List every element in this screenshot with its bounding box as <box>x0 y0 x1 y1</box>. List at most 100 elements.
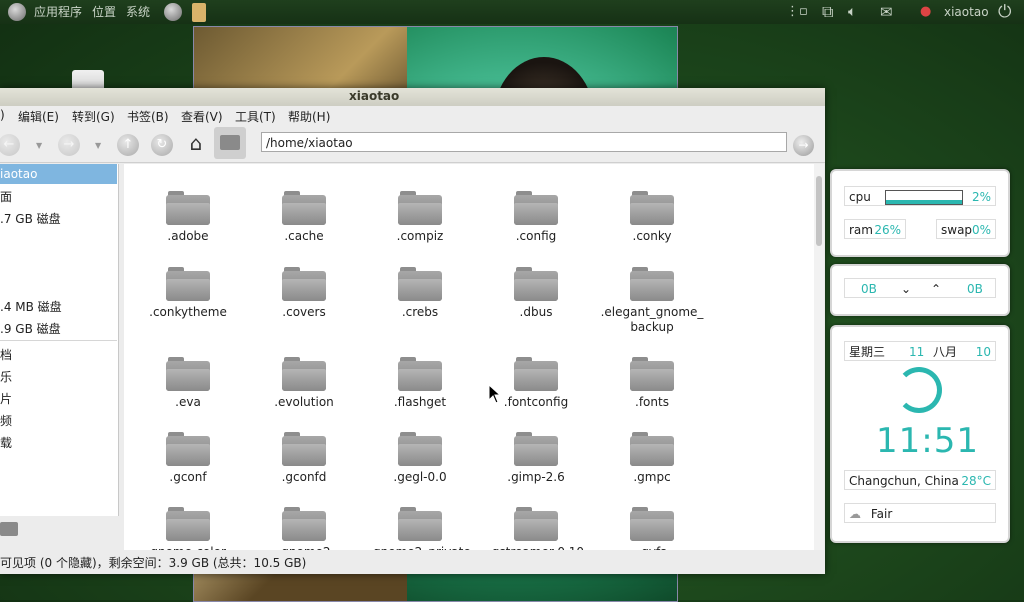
forward-button[interactable]: → <box>58 134 80 156</box>
folder-item[interactable]: .gimp-2.6 <box>478 432 594 485</box>
weekday: 星期三 <box>849 345 886 359</box>
up-button[interactable]: ↑ <box>117 134 139 156</box>
scrollbar-thumb[interactable] <box>816 176 822 246</box>
folder-item[interactable]: .cache <box>246 191 362 244</box>
volume-icon[interactable]: 🔈︎ <box>848 0 856 24</box>
menu-view[interactable]: 查看(V) <box>181 108 223 125</box>
menu-bar: ) 编辑(E) 转到(G) 书签(B) 查看(V) 工具(T) 帮助(H) <box>0 106 825 126</box>
sidebar-footer-icon[interactable] <box>0 522 18 536</box>
weather-row: ☁ Fair <box>844 503 996 523</box>
user-name[interactable]: xiaotao <box>944 0 989 24</box>
menu-tools[interactable]: 工具(T) <box>235 108 276 125</box>
ubuntu-logo-icon[interactable] <box>8 3 26 21</box>
sidebar-item-videos[interactable]: 频 <box>0 412 12 429</box>
window-titlebar[interactable]: xiaotao <box>0 88 825 106</box>
folder-item[interactable]: .gmpc <box>594 432 710 485</box>
sidebar-item-desktop[interactable]: 面 <box>0 188 12 205</box>
folder-item[interactable]: .dbus <box>478 267 594 320</box>
sidebar-item-documents[interactable]: 档 <box>0 346 12 363</box>
menu-places[interactable]: 位置 <box>92 0 116 24</box>
menu-help[interactable]: 帮助(H) <box>288 108 330 125</box>
folder-label: .gimp-2.6 <box>507 470 565 484</box>
ram-value: 26% <box>874 223 901 237</box>
folder-item[interactable]: .covers <box>246 267 362 320</box>
location-row: Changchun, China 28°C <box>844 470 996 490</box>
folder-icon <box>514 507 558 541</box>
folder-item[interactable]: .conkytheme <box>130 267 246 320</box>
menu-go[interactable]: 转到(G) <box>72 108 115 125</box>
folder-item[interactable]: .conky <box>594 191 710 244</box>
menu-system[interactable]: 系统 <box>126 0 150 24</box>
sidebar-item-home[interactable]: iaotao <box>0 164 117 184</box>
cloud-icon: ☁ <box>849 507 861 521</box>
folder-item[interactable]: .gvfs <box>594 507 710 550</box>
file-manager-icon[interactable] <box>192 3 206 22</box>
file-view: .adobe .cache .compiz .config .conky .conkyth… <box>124 164 814 550</box>
download-arrow-icon: ⌄ <box>901 282 912 296</box>
folder-icon <box>630 191 674 225</box>
weather-condition: Fair <box>870 507 893 521</box>
folder-icon <box>166 432 210 466</box>
status-bar: 可见项 (0 个隐藏)，剩余空间：3.9 GB (总共：10.5 GB) <box>0 552 825 574</box>
date-row: 星期三 11 八月 10 <box>844 341 996 361</box>
sidebar-item-disk-2[interactable]: .4 MB 磁盘 <box>0 298 62 315</box>
sidebar-item-downloads[interactable]: 载 <box>0 434 12 451</box>
cpu-value: 2% <box>971 190 991 204</box>
menu-edit[interactable]: 编辑(E) <box>18 108 59 125</box>
sidebar-item-disk-3[interactable]: .9 GB 磁盘 <box>0 320 61 337</box>
power-icon[interactable]: ⏻ <box>998 0 1011 24</box>
folder-item[interactable]: .evolution <box>246 357 362 410</box>
folder-label: .conky <box>632 229 672 243</box>
sidebar-item-disk-1[interactable]: .7 GB 磁盘 <box>0 210 61 227</box>
forward-history-arrow-icon[interactable]: ▼ <box>95 141 101 150</box>
folder-icon <box>398 357 442 391</box>
back-history-arrow-icon[interactable]: ▼ <box>36 141 42 150</box>
folder-item[interactable]: .fonts <box>594 357 710 410</box>
folder-item[interactable]: .compiz <box>362 191 478 244</box>
folder-label: .eva <box>175 395 201 409</box>
go-button[interactable]: → <box>793 135 814 156</box>
folder-label: .gmpc <box>633 470 671 484</box>
folder-item[interactable]: .gegl-0.0 <box>362 432 478 485</box>
download-value: 0B <box>861 282 877 296</box>
sidebar: iaotao 面 .7 GB 磁盘 .4 MB 磁盘 .9 GB 磁盘 档 乐 … <box>0 164 119 516</box>
swap-value: 0% <box>971 223 991 237</box>
home-button[interactable]: ⌂ <box>185 132 207 154</box>
menu-file-partial[interactable]: ) <box>0 108 5 122</box>
browser-icon[interactable] <box>164 3 182 21</box>
folder-item[interactable]: .gstreamer-0.10 <box>478 507 594 550</box>
vertical-scrollbar[interactable] <box>814 164 824 550</box>
folder-item[interactable]: .gnome2_private <box>362 507 478 550</box>
mail-icon[interactable]: ✉ <box>880 0 893 24</box>
folder-label: .fonts <box>635 395 669 409</box>
menu-applications[interactable]: 应用程序 <box>34 0 82 24</box>
month-number: 10 <box>975 345 991 359</box>
folder-icon <box>166 267 210 301</box>
sidebar-item-pictures[interactable]: 片 <box>0 390 12 407</box>
cpu-row: cpu 2% <box>844 186 996 206</box>
folder-item[interactable]: .flashget <box>362 357 478 410</box>
folder-icon <box>282 432 326 466</box>
address-input[interactable]: /home/xiaotao <box>261 132 787 152</box>
folder-label: .gconfd <box>281 470 327 484</box>
sidebar-item-music[interactable]: 乐 <box>0 368 12 385</box>
folder-icon <box>514 267 558 301</box>
folder-item[interactable]: .eva <box>130 357 246 410</box>
folder-item[interactable]: .crebs <box>362 267 478 320</box>
reload-button[interactable]: ↻ <box>151 134 173 156</box>
network-icon[interactable]: ⋮▫ <box>786 0 808 24</box>
folder-item[interactable]: .gconfd <box>246 432 362 485</box>
menu-bookmarks[interactable]: 书签(B) <box>127 108 169 125</box>
location-toggle-button[interactable] <box>214 127 246 159</box>
folder-item[interactable]: .elegant_gnome_ backup <box>594 267 710 335</box>
network-widget: 0B ⌄ ⌃ 0B <box>830 264 1010 316</box>
workspace-icon[interactable]: ⧉ <box>822 0 833 24</box>
user-status-icon[interactable]: ● <box>920 0 931 24</box>
clock-weather-widget: 星期三 11 八月 10 11:51 Changchun, China 28°C… <box>830 325 1010 543</box>
folder-item[interactable]: .adobe <box>130 191 246 244</box>
folder-item[interactable]: .gnome-color- <box>130 507 246 550</box>
folder-item[interactable]: .gconf <box>130 432 246 485</box>
folder-label: .conkytheme <box>149 305 227 319</box>
folder-item[interactable]: .gnome2 <box>246 507 362 550</box>
folder-item[interactable]: .config <box>478 191 594 244</box>
